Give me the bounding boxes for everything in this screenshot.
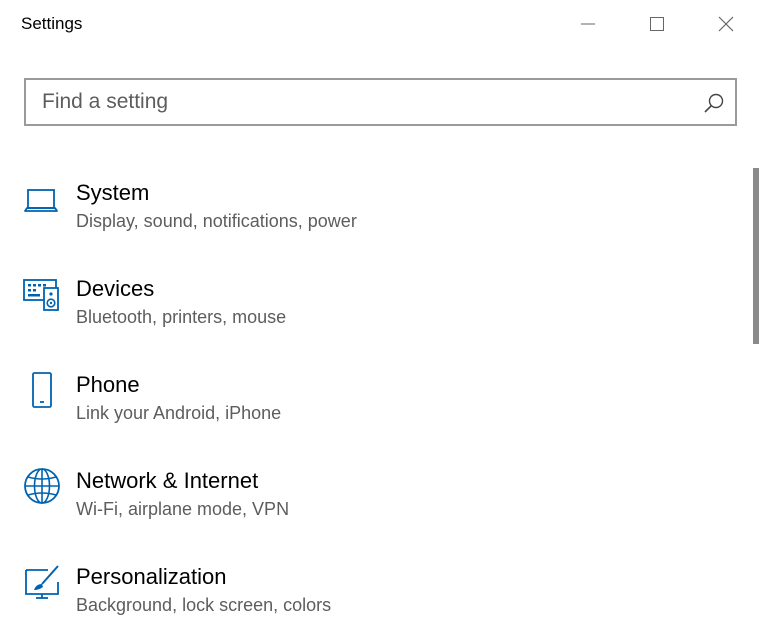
category-description: Background, lock screen, colors bbox=[76, 595, 332, 615]
category-label: System bbox=[76, 180, 150, 205]
close-button[interactable] bbox=[703, 0, 749, 48]
category-personalization[interactable]: Personalization Background, lock screen,… bbox=[0, 548, 740, 644]
category-description: Wi-Fi, airplane mode, VPN bbox=[76, 499, 290, 519]
settings-window: Settings Find a setting System Display, … bbox=[0, 0, 761, 644]
search-icon[interactable] bbox=[703, 92, 725, 114]
search-input[interactable] bbox=[26, 80, 686, 124]
category-system[interactable]: System Display, sound, notifications, po… bbox=[0, 164, 740, 260]
category-network-internet[interactable]: Network & Internet Wi-Fi, airplane mode,… bbox=[0, 452, 740, 548]
category-description: Display, sound, notifications, power bbox=[76, 211, 357, 231]
title-bar[interactable]: Settings bbox=[0, 0, 761, 48]
laptop-icon bbox=[24, 189, 58, 212]
category-label: Phone bbox=[76, 372, 140, 397]
category-label: Devices bbox=[76, 276, 155, 301]
window-title: Settings bbox=[21, 14, 83, 33]
phone-icon bbox=[32, 372, 52, 408]
devices-icon bbox=[23, 279, 59, 311]
category-description: Link your Android, iPhone bbox=[76, 403, 282, 423]
minimize-icon bbox=[581, 23, 595, 25]
minimize-button[interactable] bbox=[565, 0, 611, 48]
maximize-button[interactable] bbox=[634, 0, 680, 48]
search-box[interactable] bbox=[24, 78, 737, 126]
category-phone[interactable]: Phone Link your Android, iPhone bbox=[0, 356, 740, 452]
globe-icon bbox=[24, 468, 60, 504]
category-label: Network & Internet bbox=[76, 468, 259, 493]
category-devices[interactable]: Devices Bluetooth, printers, mouse bbox=[0, 260, 740, 356]
scrollbar-thumb[interactable] bbox=[753, 168, 759, 344]
category-description: Bluetooth, printers, mouse bbox=[76, 307, 287, 327]
paintbrush-icon bbox=[25, 565, 59, 599]
maximize-icon bbox=[650, 17, 664, 31]
close-icon bbox=[718, 16, 734, 32]
category-label: Personalization bbox=[76, 564, 227, 589]
